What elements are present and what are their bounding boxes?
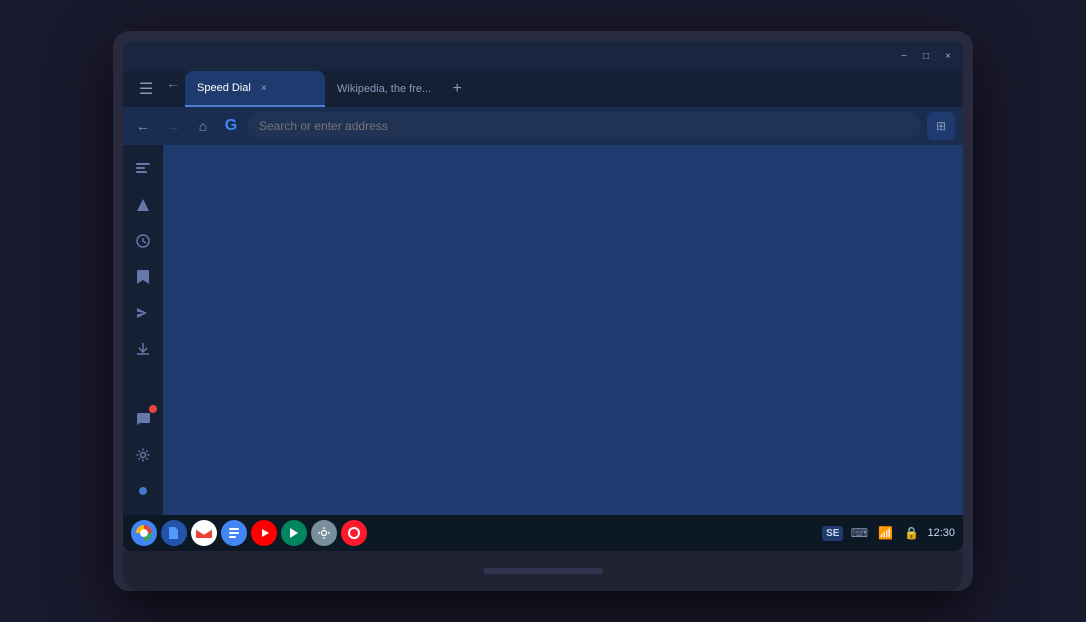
browser-chrome: ← → ⌂ G ⊞ [123, 107, 963, 145]
main-content: W Wikipedia B. Booking.co f Fa [123, 145, 963, 515]
sidebar-item-downloads[interactable] [127, 333, 159, 365]
network-icon[interactable]: 📶 [875, 523, 895, 543]
tab-active-label: Speed Dial [197, 82, 251, 94]
sidebar-item-bookmarks[interactable] [127, 261, 159, 293]
sidebar-item-news[interactable] [127, 153, 159, 185]
sidebar [123, 145, 163, 515]
sidebar-item-settings[interactable] [127, 439, 159, 471]
tab-close-icon[interactable]: × [261, 83, 267, 94]
taskbar-opera[interactable] [341, 520, 367, 546]
laptop-notch [483, 568, 603, 574]
title-bar: − □ × [123, 41, 963, 71]
close-button[interactable]: × [941, 49, 955, 63]
tab-wikipedia[interactable]: Wikipedia, the fre... [325, 71, 443, 107]
minimize-button[interactable]: − [897, 49, 911, 63]
taskbar-docs[interactable] [221, 520, 247, 546]
content-area: W Wikipedia B. Booking.co f Fa [163, 145, 963, 515]
tab-speed-dial[interactable]: Speed Dial × [185, 71, 325, 107]
taskbar: SE ⌨ 📶 🔒 12:30 [123, 515, 963, 551]
language-badge[interactable]: SE [822, 526, 843, 541]
back-button[interactable]: ← [131, 114, 155, 138]
taskbar-chrome[interactable] [131, 520, 157, 546]
maximize-button[interactable]: □ [919, 49, 933, 63]
taskbar-gmail[interactable] [191, 520, 217, 546]
add-tab-button[interactable]: + [443, 71, 471, 107]
sidebar-item-messages[interactable] [127, 403, 159, 435]
tab-bar: ☰ ← Speed Dial × Wikipedia, the fre... + [123, 71, 963, 107]
home-button[interactable]: ⌂ [191, 114, 215, 138]
sidebar-item-flights[interactable] [127, 297, 159, 329]
address-input[interactable] [259, 119, 909, 133]
laptop-container: − □ × ☰ ← Speed Dial × Wikipedia, the fr… [113, 31, 973, 591]
taskbar-settings[interactable] [311, 520, 337, 546]
tab-back-icon[interactable]: ← [161, 71, 185, 95]
address-bar[interactable] [247, 112, 921, 140]
taskbar-files[interactable] [161, 520, 187, 546]
menu-icon[interactable]: ☰ [131, 71, 161, 107]
keyboard-icon[interactable]: ⌨ [849, 523, 869, 543]
security-icon[interactable]: 🔒 [901, 523, 921, 543]
sidebar-item-social[interactable] [127, 189, 159, 221]
sidebar-item-history[interactable] [127, 225, 159, 257]
forward-button[interactable]: → [161, 114, 185, 138]
extensions-button[interactable]: ⊞ [927, 112, 955, 140]
google-logo: G [221, 116, 241, 136]
time-display: 12:30 [927, 527, 955, 539]
laptop-base [123, 551, 963, 591]
tab-inactive-label: Wikipedia, the fre... [337, 83, 431, 95]
taskbar-play[interactable] [281, 520, 307, 546]
sidebar-item-dot[interactable] [127, 475, 159, 507]
taskbar-right: SE ⌨ 📶 🔒 12:30 [822, 523, 955, 543]
taskbar-youtube[interactable] [251, 520, 277, 546]
messages-badge [149, 405, 157, 413]
laptop-screen: − □ × ☰ ← Speed Dial × Wikipedia, the fr… [123, 41, 963, 551]
